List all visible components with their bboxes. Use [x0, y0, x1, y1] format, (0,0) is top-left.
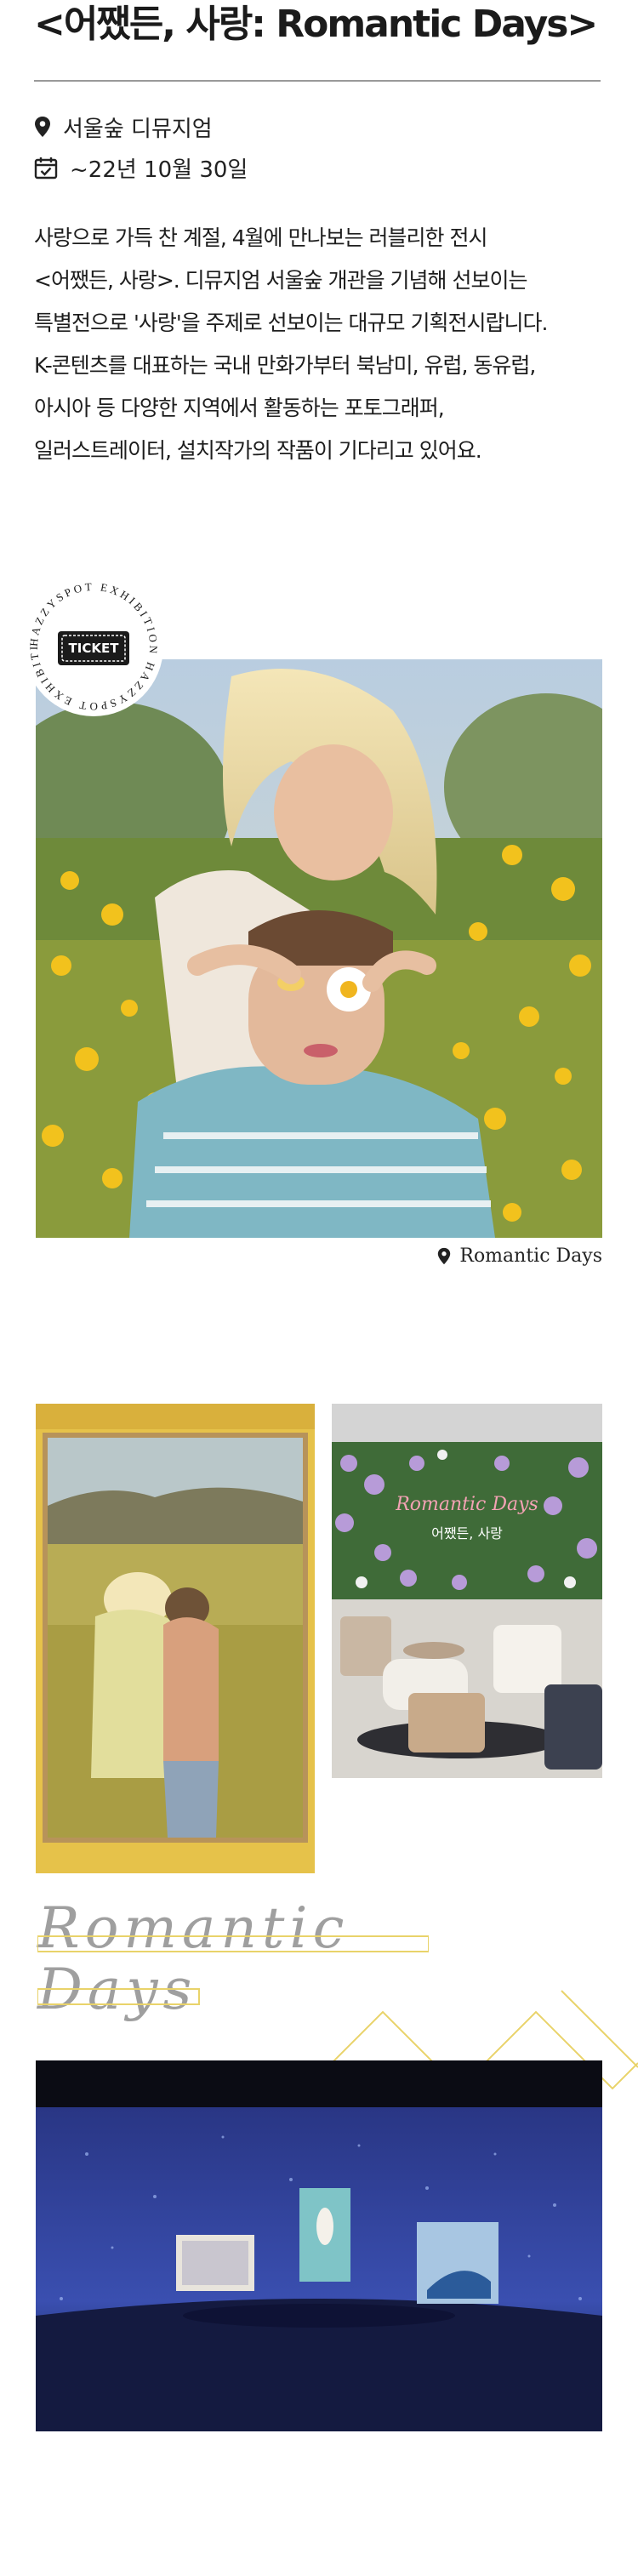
calendar-check-icon	[34, 157, 58, 180]
ticket-badge-icon: HAZZYSPOT EXHIBITION HAZZYSPOT EXHIBITIO…	[14, 561, 163, 716]
framed-artwork-image	[36, 1404, 315, 1873]
framed-artwork-photo	[36, 1404, 315, 1873]
page-title: <어쨌든, 사랑: Romantic Days>	[34, 3, 598, 46]
title-divider	[34, 80, 601, 82]
venue-sign-korean: 어쨌든, 사랑	[431, 1525, 503, 1542]
date-row: ~22년 10월 30일	[34, 153, 248, 183]
immersive-hall-photo	[36, 2060, 602, 2431]
description-line: <어쨌든, 사랑>. 디뮤지엄 서울숲 개관을 기념해 선보이는	[34, 268, 527, 293]
location-pin-icon	[35, 117, 50, 137]
date-text: ~22년 10월 30일	[70, 157, 248, 183]
script-highlight-boxes	[37, 1935, 429, 2005]
description-line: 일러스트레이터, 설치작가의 작품이 기다리고 있어요.	[34, 438, 482, 463]
photo-caption: Romantic Days	[437, 1242, 602, 1269]
venue-row: 서울숲 디뮤지엄	[34, 112, 213, 142]
venue-text: 서울숲 디뮤지엄	[63, 116, 213, 142]
venue-sign-script: Romantic Days	[395, 1494, 538, 1515]
description-line: 사랑으로 가득 찬 계절, 4월에 만나보는 러블리한 전시	[34, 225, 487, 250]
badge-ticket-label: TICKET	[69, 641, 120, 656]
flower-field-photo	[36, 659, 602, 1238]
description-line: K-콘텐츠를 대표하는 국내 만화가부터 북남미, 유럽, 동유럽,	[34, 353, 536, 378]
hazzyspot-exhibition-badge: HAZZYSPOT EXHIBITION HAZZYSPOT EXHIBITIO…	[14, 561, 168, 721]
description-line: 특별전으로 '사랑'을 주제로 선보이는 대규모 기획전시랍니다.	[34, 311, 548, 335]
venue-installation-photo: Romantic Days 어쨌든, 사랑	[332, 1404, 602, 1778]
main-exhibition-photo	[36, 659, 602, 1238]
exhibition-description: 사랑으로 가득 찬 계절, 4월에 만나보는 러블리한 전시 <어쨌든, 사랑>…	[34, 217, 604, 472]
description-line: 아시아 등 다양한 지역에서 활동하는 포토그래퍼,	[34, 396, 445, 420]
caption-text: Romantic Days	[459, 1245, 602, 1267]
location-pin-icon	[438, 1247, 451, 1264]
media-art-hall-image	[36, 2060, 602, 2431]
flower-wall-image: Romantic Days 어쨌든, 사랑	[332, 1404, 602, 1778]
